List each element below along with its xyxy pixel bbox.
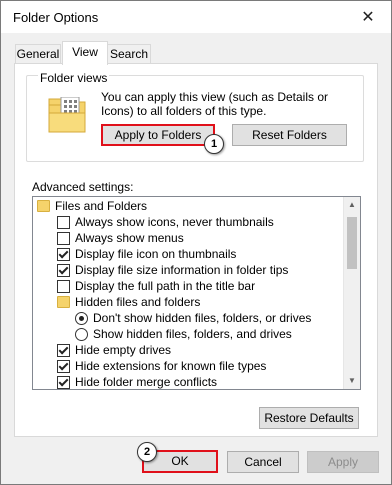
- item-label: Hide extensions for known file types: [75, 359, 267, 373]
- radio-unselected[interactable]: [75, 328, 88, 341]
- checkbox-checked[interactable]: [57, 248, 70, 261]
- scroll-up-icon[interactable]: ▲: [344, 197, 360, 213]
- reset-folders-label: Reset Folders: [252, 128, 327, 142]
- item-label: Don't show hidden files, folders, or dri…: [93, 311, 312, 325]
- cancel-label: Cancel: [244, 455, 282, 469]
- tab-general[interactable]: General: [15, 44, 61, 65]
- restore-defaults-button[interactable]: Restore Defaults: [259, 407, 359, 429]
- item-label: Hidden files and folders: [75, 295, 201, 309]
- item-label: Display file size information in folder …: [75, 263, 289, 277]
- item-label: Always show menus: [75, 231, 184, 245]
- reset-folders-button[interactable]: Reset Folders: [232, 124, 347, 146]
- item-label: Hide folder merge conflicts: [75, 375, 218, 389]
- vertical-scrollbar[interactable]: ▲ ▼: [343, 197, 360, 389]
- radio-selected[interactable]: [75, 312, 88, 325]
- folder-options-dialog: Folder Options ✕ General View Search Fol…: [0, 0, 392, 485]
- checkbox-unchecked[interactable]: [57, 216, 70, 229]
- folder-icon: [57, 296, 70, 308]
- title-bar: Folder Options ✕: [1, 1, 391, 33]
- window-title: Folder Options: [13, 10, 99, 25]
- advanced-settings-list[interactable]: Files and Folders Always show icons, nev…: [32, 196, 361, 390]
- apply-label: Apply: [327, 455, 359, 469]
- close-icon[interactable]: ✕: [345, 1, 391, 33]
- apply-to-folders-button[interactable]: Apply to Folders: [101, 124, 215, 146]
- apply-button[interactable]: Apply: [307, 451, 379, 473]
- folder-view-icon: [48, 97, 86, 133]
- checkbox-checked[interactable]: [57, 376, 70, 389]
- ok-label: OK: [171, 454, 189, 468]
- apply-to-folders-label: Apply to Folders: [114, 128, 202, 142]
- scroll-down-icon[interactable]: ▼: [344, 373, 360, 389]
- tab-view-label: View: [72, 45, 98, 59]
- item-label: Show hidden files, folders, and drives: [93, 327, 292, 341]
- step-1-badge: 1: [204, 134, 224, 154]
- advanced-settings-label: Advanced settings:: [32, 180, 134, 194]
- tab-search-label: Search: [109, 47, 149, 61]
- checkbox-unchecked[interactable]: [57, 280, 70, 293]
- checkbox-checked[interactable]: [57, 344, 70, 357]
- item-label: Hide empty drives: [75, 343, 172, 357]
- tab-view[interactable]: View: [62, 41, 108, 65]
- item-label: Display file icon on thumbnails: [75, 247, 237, 261]
- scroll-thumb[interactable]: [347, 217, 357, 269]
- item-label: Display the full path in the title bar: [75, 279, 256, 293]
- cancel-button[interactable]: Cancel: [227, 451, 299, 473]
- item-label: Always show icons, never thumbnails: [75, 215, 274, 229]
- checkbox-checked[interactable]: [57, 264, 70, 277]
- tab-search[interactable]: Search: [107, 44, 151, 65]
- folder-icon: [37, 200, 50, 212]
- folder-views-description: You can apply this view (such as Details…: [101, 90, 329, 118]
- checkbox-checked[interactable]: [57, 360, 70, 373]
- tab-general-label: General: [16, 47, 60, 61]
- checkbox-unchecked[interactable]: [57, 232, 70, 245]
- step-2-badge: 2: [137, 442, 157, 462]
- restore-defaults-label: Restore Defaults: [264, 411, 354, 425]
- item-label: Files and Folders: [55, 199, 148, 213]
- folder-views-legend: Folder views: [38, 71, 110, 85]
